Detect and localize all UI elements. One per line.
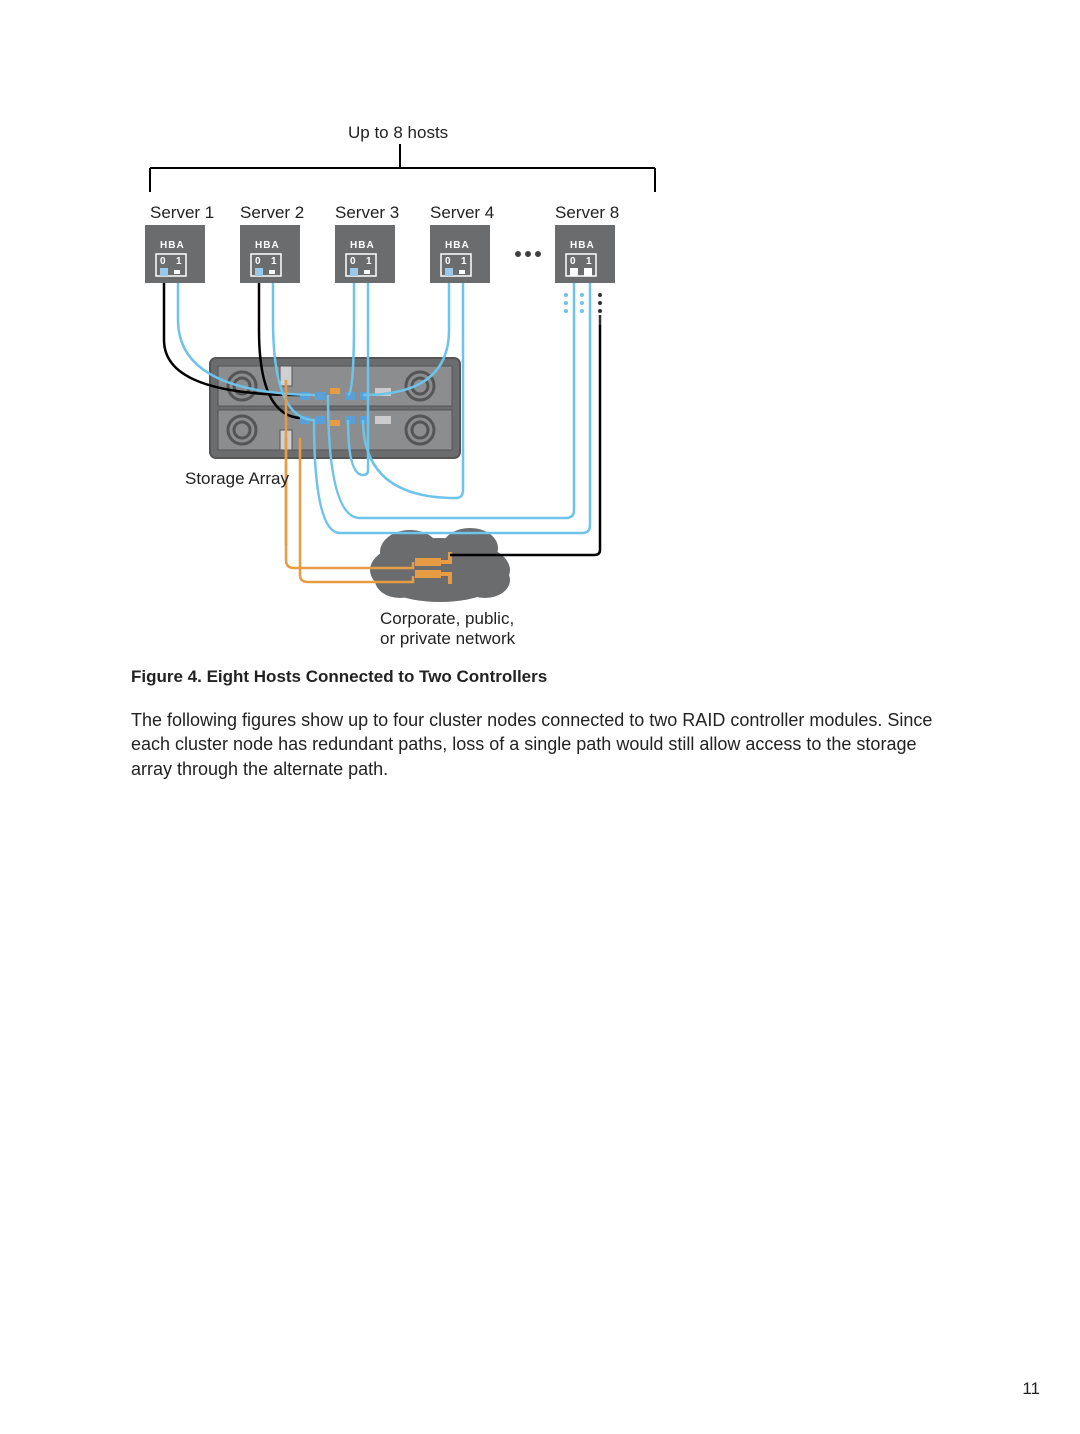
network-label-2: or private network bbox=[380, 628, 515, 651]
port0-4: 0 bbox=[445, 256, 451, 267]
hba-label-1: HBA bbox=[160, 240, 185, 251]
server-label-2: Server 2 bbox=[240, 202, 304, 225]
page-number: 11 bbox=[1022, 1379, 1040, 1399]
server-label-4: Server 4 bbox=[430, 202, 494, 225]
server-label-1: Server 1 bbox=[150, 202, 214, 225]
figure-caption: Figure 4. Eight Hosts Connected to Two C… bbox=[131, 667, 547, 687]
port1-3: 1 bbox=[366, 256, 372, 267]
server-label-3: Server 3 bbox=[335, 202, 399, 225]
port1-4: 1 bbox=[461, 256, 467, 267]
page: Up to 8 hosts Server 1 Server 2 Server 3… bbox=[0, 0, 1080, 1434]
storage-label: Storage Array bbox=[185, 468, 289, 491]
port0-2: 0 bbox=[255, 256, 261, 267]
body-paragraph: The following figures show up to four cl… bbox=[131, 708, 949, 781]
port1-8: 1 bbox=[586, 256, 592, 267]
port0-8: 0 bbox=[570, 256, 576, 267]
port1-2: 1 bbox=[271, 256, 277, 267]
hba-label-2: HBA bbox=[255, 240, 280, 251]
port0-1: 0 bbox=[160, 256, 166, 267]
hba-label-8: HBA bbox=[570, 240, 595, 251]
top-label: Up to 8 hosts bbox=[348, 122, 448, 145]
hba-label-4: HBA bbox=[445, 240, 470, 251]
server-label-8: Server 8 bbox=[555, 202, 619, 225]
port0-3: 0 bbox=[350, 256, 356, 267]
port1-1: 1 bbox=[176, 256, 182, 267]
hba-label-3: HBA bbox=[350, 240, 375, 251]
